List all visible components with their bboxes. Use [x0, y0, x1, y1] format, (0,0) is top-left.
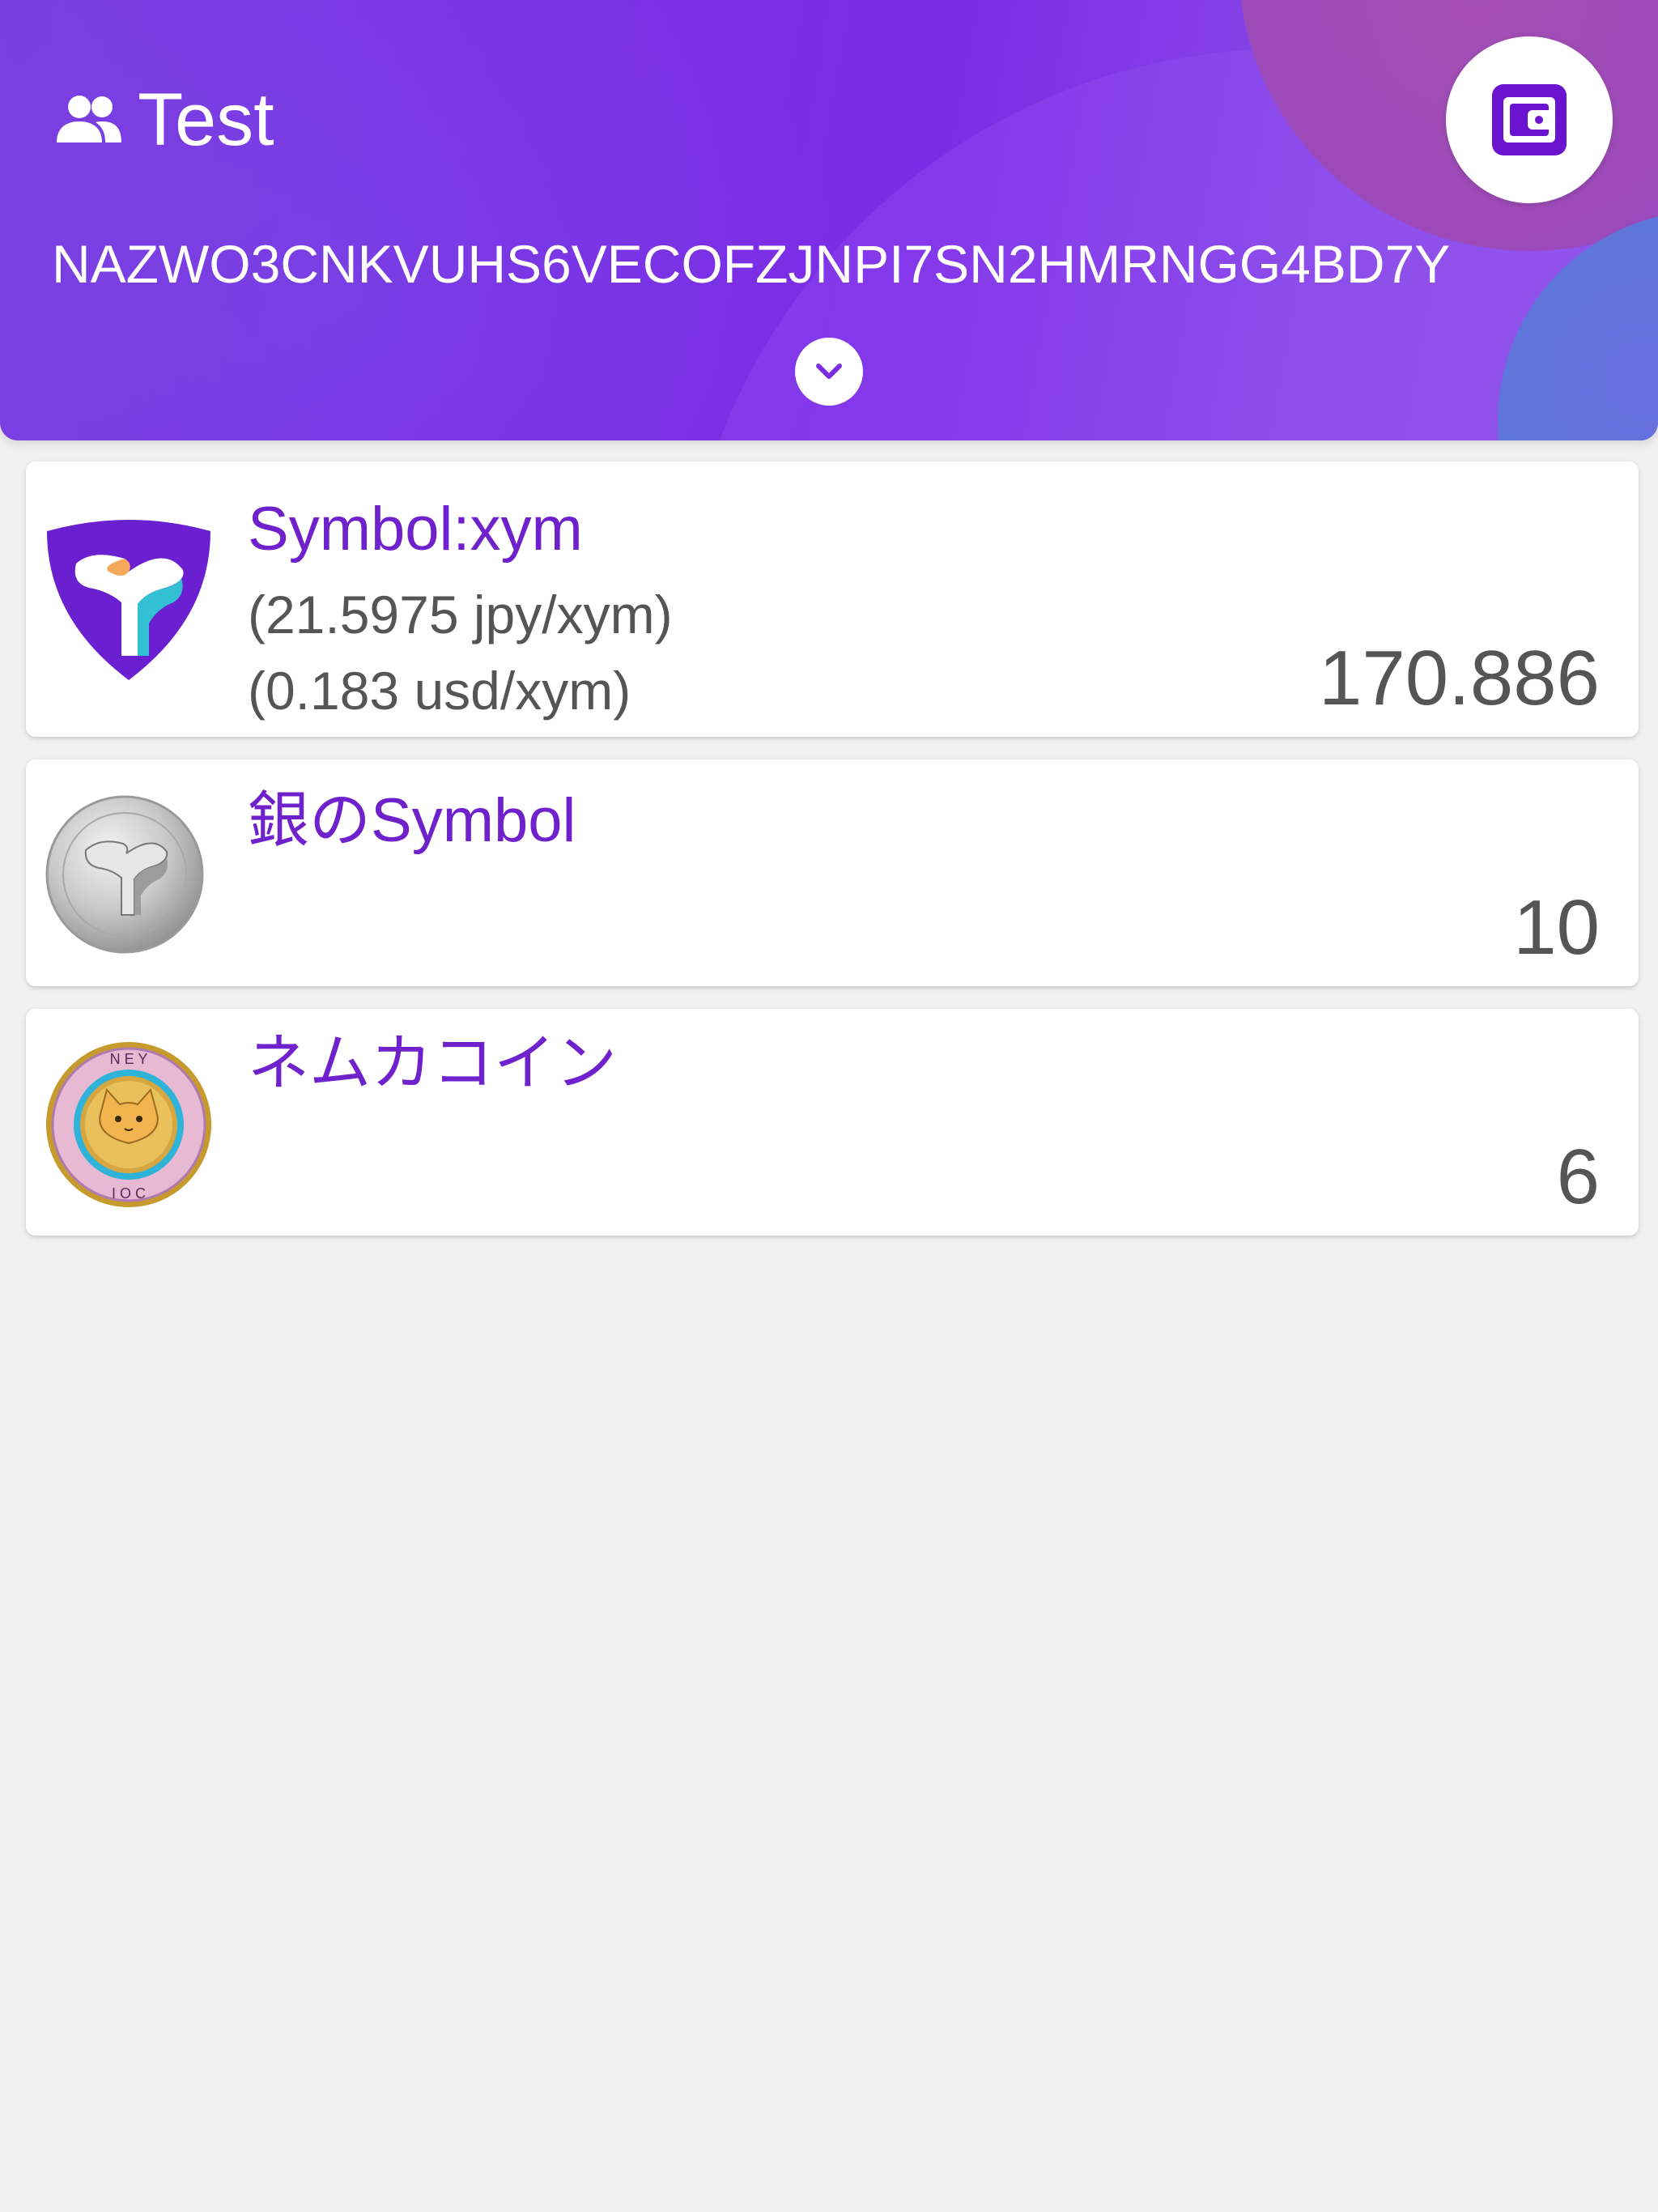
token-balance: 170.886 [1318, 635, 1600, 721]
expand-button[interactable] [795, 338, 863, 406]
token-name: ネムカコイン [248, 1029, 617, 1098]
svg-text:I O C: I O C [112, 1185, 146, 1202]
header-background-blue-circle [1498, 211, 1658, 440]
account-header: Test NAZWO3CNKVUHS6VECOFZJNPI7SN2HMRNGG4… [0, 0, 1658, 440]
token-list: Symbol:xym (21.5975 jpy/xym) (0.183 usd/… [26, 462, 1639, 1258]
svg-text:N E Y: N E Y [110, 1051, 148, 1067]
people-icon [57, 96, 121, 143]
token-card-symbol-xym[interactable]: Symbol:xym (21.5975 jpy/xym) (0.183 usd/… [26, 462, 1639, 737]
token-rate-jpy: (21.5975 jpy/xym) [248, 585, 673, 644]
token-rate-usd: (0.183 usd/xym) [248, 661, 631, 721]
account-name: Test [138, 79, 274, 161]
silver-symbol-coin [45, 795, 204, 954]
account-address[interactable]: NAZWO3CNKVUHS6VECOFZJNPI7SN2HMRNGG4BD7Y [52, 233, 1450, 295]
token-card-silver-symbol[interactable]: 銀のSymbol 10 [26, 759, 1639, 986]
token-name: Symbol:xym [248, 495, 583, 564]
token-card-nemuka-coin[interactable]: N E Y I O C ネムカコイン 6 [26, 1009, 1639, 1236]
token-balance: 6 [1556, 1134, 1600, 1220]
chevron-down-icon [816, 364, 842, 379]
symbol-logo [47, 520, 210, 680]
header-background-glow [0, 0, 891, 440]
nemuka-coin: N E Y I O C [46, 1042, 211, 1207]
token-balance: 10 [1513, 884, 1600, 971]
wallet-icon [1492, 84, 1567, 155]
token-name: 銀のSymbol [248, 786, 576, 855]
account-selector[interactable]: Test [53, 71, 274, 168]
wallet-button[interactable] [1446, 36, 1613, 203]
